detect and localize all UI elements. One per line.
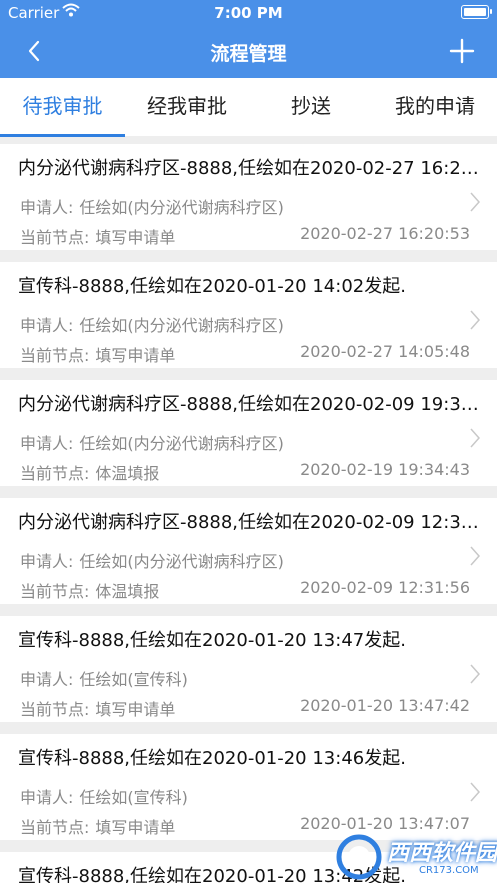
applicant-label: 申请人: bbox=[20, 670, 74, 689]
item-applicant: 申请人: 任绘如(内分泌代谢病科疗区) bbox=[20, 430, 284, 454]
clock: 7:00 PM bbox=[214, 4, 283, 22]
tab-cc[interactable]: 抄送 bbox=[249, 78, 373, 136]
item-date: 2020-01-20 13:47:42 bbox=[300, 696, 470, 715]
node-label: 当前节点: bbox=[20, 346, 90, 365]
status-bar: Carrier 7:00 PM bbox=[0, 0, 497, 28]
item-date: 2020-02-19 19:34:43 bbox=[300, 460, 470, 479]
applicant-value: 任绘如(内分泌代谢病科疗区) bbox=[79, 552, 284, 571]
active-tab-indicator bbox=[0, 134, 125, 137]
tab-approved-by-me[interactable]: 经我审批 bbox=[125, 78, 249, 136]
list-item[interactable]: 宣传科-8888,任绘如在2020-01-20 13:46发起. 申请人: 任绘如… bbox=[0, 734, 497, 840]
item-date: 2020-02-09 12:31:56 bbox=[300, 578, 470, 597]
tab-pending-approval[interactable]: 待我审批 bbox=[0, 78, 125, 136]
applicant-label: 申请人: bbox=[20, 788, 74, 807]
list-item[interactable]: 宣传科-8888,任绘如在2020-01-20 14:02发起. 申请人: 任绘如… bbox=[0, 262, 497, 368]
item-node: 当前节点: 体温填报 bbox=[20, 578, 159, 602]
item-node: 当前节点: 填写申请单 bbox=[20, 224, 175, 248]
applicant-value: 任绘如(内分泌代谢病科疗区) bbox=[79, 198, 284, 217]
node-value: 填写申请单 bbox=[95, 228, 176, 247]
item-applicant: 申请人: 任绘如(宣传科) bbox=[20, 666, 188, 690]
tab-my-applications[interactable]: 我的申请 bbox=[373, 78, 497, 136]
watermark-logo-icon bbox=[336, 834, 382, 880]
chevron-right-icon bbox=[470, 664, 481, 684]
item-node: 当前节点: 填写申请单 bbox=[20, 342, 175, 366]
item-applicant: 申请人: 任绘如(宣传科) bbox=[20, 784, 188, 808]
item-title: 内分泌代谢病科疗区-8888,任绘如在2020-02-27 16:20:53发起… bbox=[18, 158, 486, 179]
item-date: 2020-02-27 14:05:48 bbox=[300, 342, 470, 361]
item-applicant: 申请人: 任绘如(内分泌代谢病科疗区) bbox=[20, 194, 284, 218]
list-item[interactable]: 内分泌代谢病科疗区-8888,任绘如在2020-02-27 16:20:53发起… bbox=[0, 144, 497, 250]
page-title: 流程管理 bbox=[210, 43, 287, 65]
list-item[interactable]: 内分泌代谢病科疗区-8888,任绘如在2020-02-09 19:34:43发起… bbox=[0, 380, 497, 486]
node-value: 填写申请单 bbox=[95, 346, 176, 365]
node-value: 体温填报 bbox=[95, 582, 160, 601]
applicant-value: 任绘如(宣传科) bbox=[79, 788, 188, 807]
list-item[interactable]: 内分泌代谢病科疗区-8888,任绘如在2020-02-09 12:31:56发起… bbox=[0, 498, 497, 604]
node-label: 当前节点: bbox=[20, 700, 90, 719]
chevron-right-icon bbox=[470, 192, 481, 212]
node-value: 体温填报 bbox=[95, 464, 160, 483]
app-header: Carrier 7:00 PM 流程管理 bbox=[0, 0, 497, 78]
applicant-value: 任绘如(内分泌代谢病科疗区) bbox=[79, 316, 284, 335]
node-label: 当前节点: bbox=[20, 818, 90, 837]
node-value: 填写申请单 bbox=[95, 818, 176, 837]
watermark-url: CR173.COM bbox=[419, 865, 479, 876]
list-item[interactable]: 宣传科-8888,任绘如在2020-01-20 13:47发起. 申请人: 任绘如… bbox=[0, 616, 497, 722]
chevron-right-icon bbox=[470, 782, 481, 802]
node-label: 当前节点: bbox=[20, 582, 90, 601]
item-node: 当前节点: 体温填报 bbox=[20, 460, 159, 484]
chevron-right-icon bbox=[470, 310, 481, 330]
applicant-label: 申请人: bbox=[20, 434, 74, 453]
watermark-text: 西西软件园 bbox=[387, 841, 497, 866]
item-date: 2020-02-27 16:20:53 bbox=[300, 224, 470, 243]
applicant-value: 任绘如(宣传科) bbox=[79, 670, 188, 689]
item-applicant: 申请人: 任绘如(内分泌代谢病科疗区) bbox=[20, 548, 284, 572]
item-title: 内分泌代谢病科疗区-8888,任绘如在2020-02-09 19:34:43发起… bbox=[18, 394, 486, 415]
node-label: 当前节点: bbox=[20, 228, 90, 247]
item-node: 当前节点: 填写申请单 bbox=[20, 696, 175, 720]
item-title: 宣传科-8888,任绘如在2020-01-20 14:02发起. bbox=[18, 276, 406, 297]
battery-icon bbox=[461, 5, 492, 19]
item-applicant: 申请人: 任绘如(内分泌代谢病科疗区) bbox=[20, 312, 284, 336]
add-button[interactable] bbox=[447, 36, 477, 66]
node-label: 当前节点: bbox=[20, 464, 90, 483]
item-node: 当前节点: 填写申请单 bbox=[20, 814, 175, 838]
node-value: 填写申请单 bbox=[95, 700, 176, 719]
site-watermark: 西西软件园 CR173.COM bbox=[327, 831, 497, 883]
chevron-right-icon bbox=[470, 428, 481, 448]
item-title: 内分泌代谢病科疗区-8888,任绘如在2020-02-09 12:31:56发起… bbox=[18, 512, 486, 533]
tab-bar: 待我审批 经我审批 抄送 我的申请 bbox=[0, 78, 497, 136]
item-title: 宣传科-8888,任绘如在2020-01-20 13:46发起. bbox=[18, 748, 406, 769]
navigation-bar: 流程管理 bbox=[0, 28, 497, 76]
chevron-right-icon bbox=[470, 546, 481, 566]
applicant-label: 申请人: bbox=[20, 552, 74, 571]
item-title: 宣传科-8888,任绘如在2020-01-20 13:47发起. bbox=[18, 630, 406, 651]
applicant-value: 任绘如(内分泌代谢病科疗区) bbox=[79, 434, 284, 453]
applicant-label: 申请人: bbox=[20, 198, 74, 217]
applicant-label: 申请人: bbox=[20, 316, 74, 335]
